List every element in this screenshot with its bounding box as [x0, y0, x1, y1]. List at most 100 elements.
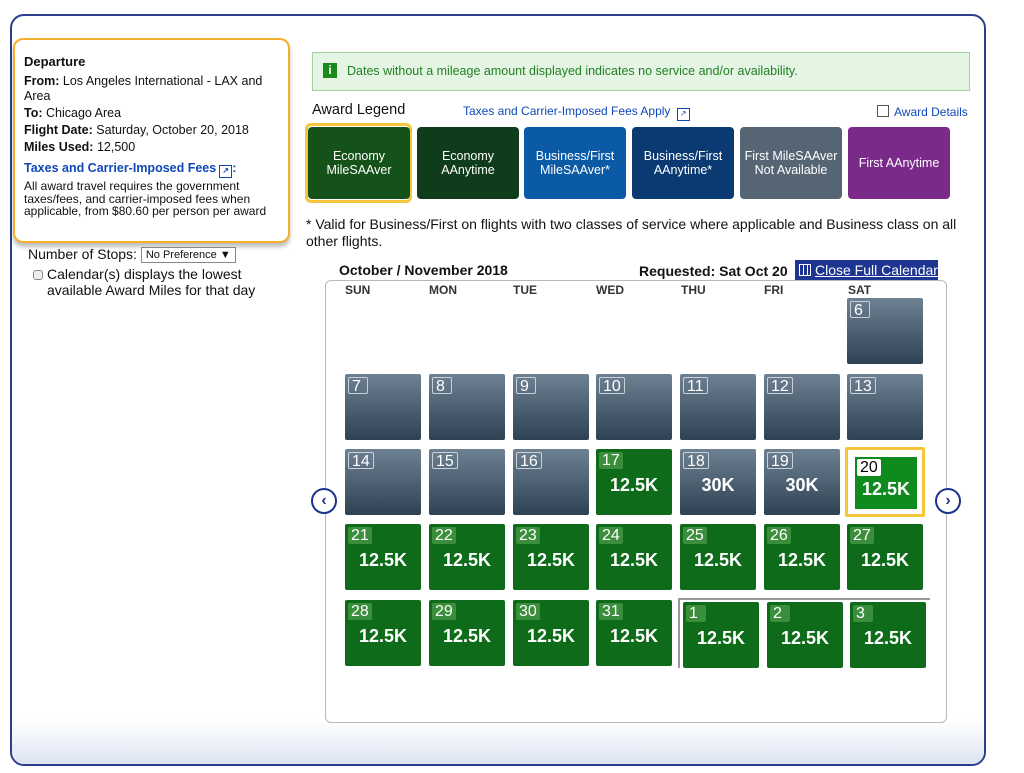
day-number: 21 — [348, 527, 372, 544]
calendar-day[interactable]: 11 — [680, 374, 756, 440]
day-number: 20 — [857, 459, 881, 476]
selected-day-fill: 20 12.5K — [854, 456, 918, 510]
legend-economy-aanytime[interactable]: Economy AAnytime — [417, 127, 519, 199]
stops-filter: Number of Stops: No Preference ▼ — [28, 246, 236, 263]
day-number: 2 — [770, 605, 790, 622]
calendar-day[interactable]: 10 — [596, 374, 672, 440]
next-month-button[interactable]: › — [935, 488, 961, 514]
calendar-day[interactable]: 18 30K — [680, 449, 756, 515]
calendar-day[interactable]: 8 — [429, 374, 505, 440]
day-number: 14 — [348, 452, 374, 470]
calendar-day[interactable]: 21 12.5K — [345, 524, 421, 590]
award-details-link[interactable]: Award Details — [877, 105, 968, 119]
day-number: 12 — [767, 377, 793, 395]
taxes-apply-link[interactable]: Taxes and Carrier-Imposed Fees Apply ↗ — [463, 104, 690, 121]
day-miles: 12.5K — [693, 550, 743, 570]
legend-economy-milesaaver[interactable]: Economy MileSAAver — [308, 127, 410, 199]
day-number: 10 — [599, 377, 625, 395]
calendar-day[interactable]: 19 30K — [764, 449, 840, 515]
calendar-day[interactable]: 26 12.5K — [764, 524, 840, 590]
external-link-icon: ↗ — [676, 108, 690, 121]
calendar-day[interactable]: 27 12.5K — [847, 524, 923, 590]
chevron-down-icon: ▼ — [219, 249, 231, 261]
legend-business-aanytime[interactable]: Business/First AAnytime* — [632, 127, 734, 199]
stops-selected-value: No Preference — [145, 249, 217, 261]
day-number: 26 — [767, 527, 791, 544]
external-link-icon: ↗ — [219, 165, 233, 178]
day-miles: 12.5K — [358, 550, 408, 570]
legend-label: Economy MileSAAver — [326, 149, 392, 177]
day-number: 22 — [432, 527, 456, 544]
calendar-day[interactable]: 31 12.5K — [596, 600, 672, 666]
frame-footer — [12, 719, 984, 764]
day-miles: 12.5K — [526, 550, 576, 570]
legend-label: Economy AAnytime — [441, 149, 495, 177]
calendar-day[interactable]: 1 12.5K — [683, 602, 759, 668]
calendar-day[interactable]: 22 12.5K — [429, 524, 505, 590]
day-miles: 12.5K — [696, 628, 746, 648]
calendar-day[interactable]: 17 12.5K — [596, 449, 672, 515]
day-miles: 12.5K — [609, 475, 659, 495]
calendar-day[interactable]: 24 12.5K — [596, 524, 672, 590]
close-calendar-link[interactable]: Close Full Calendar — [795, 260, 938, 281]
calendar-day[interactable]: 9 — [513, 374, 589, 440]
to-value: Chicago Area — [46, 106, 122, 120]
day-number: 3 — [853, 605, 873, 622]
weekday-fri: FRI — [764, 283, 784, 297]
calendar-day[interactable]: 3 12.5K — [850, 602, 926, 668]
previous-month-button[interactable]: ‹ — [311, 488, 337, 514]
taxes-apply-label: Taxes and Carrier-Imposed Fees Apply — [463, 104, 671, 118]
calendar-day[interactable]: 30 12.5K — [513, 600, 589, 666]
close-calendar-label: Close Full Calendar — [815, 262, 938, 278]
day-number: 1 — [686, 605, 706, 622]
day-number: 13 — [850, 377, 876, 395]
day-miles: 12.5K — [526, 626, 576, 646]
day-number: 30 — [516, 603, 540, 620]
stops-label: Number of Stops: — [28, 246, 137, 262]
day-number: 16 — [516, 452, 542, 470]
calendar-day[interactable]: 20 12.5K — [845, 447, 925, 517]
calendar-title: October / November 2018 — [339, 262, 508, 278]
calendar-note-text: Calendar(s) displays the lowest availabl… — [47, 266, 256, 298]
weekday-wed: WED — [596, 283, 624, 297]
to-row: To: Chicago Area — [24, 106, 278, 121]
day-miles: 12.5K — [860, 550, 910, 570]
info-message: i Dates without a mileage amount display… — [312, 52, 970, 91]
day-number: 6 — [850, 301, 870, 319]
calendar-day[interactable]: 7 — [345, 374, 421, 440]
calendar-day[interactable]: 2 12.5K — [767, 602, 843, 668]
day-miles: 12.5K — [777, 550, 827, 570]
calendar-day[interactable]: 15 — [429, 449, 505, 515]
day-number: 15 — [432, 452, 458, 470]
day-number: 24 — [599, 527, 623, 544]
calendar-day[interactable]: 29 12.5K — [429, 600, 505, 666]
day-number: 29 — [432, 603, 456, 620]
legend-first-milesaaver[interactable]: First MileSAAver Not Available — [740, 127, 842, 199]
stops-select[interactable]: No Preference ▼ — [140, 247, 236, 263]
calendar-day[interactable]: 25 12.5K — [680, 524, 756, 590]
calendar-day[interactable]: 16 — [513, 449, 589, 515]
day-miles: 12.5K — [863, 628, 913, 648]
calendar-day[interactable]: 13 — [847, 374, 923, 440]
day-number: 31 — [599, 603, 623, 620]
flight-date-row: Flight Date: Saturday, October 20, 2018 — [24, 123, 278, 138]
legend-label: Business/First MileSAAver* — [535, 149, 615, 177]
fees-description: All award travel requires the government… — [24, 179, 267, 218]
award-legend-title: Award Legend — [312, 102, 406, 118]
legend-first-aanytime[interactable]: First AAnytime — [848, 127, 950, 199]
calendar-note: Calendar(s) displays the lowest availabl… — [33, 266, 263, 298]
day-number: 18 — [683, 452, 709, 470]
day-number: 9 — [516, 377, 536, 395]
miles-used-label: Miles Used: — [24, 140, 94, 154]
calendar-day[interactable]: 14 — [345, 449, 421, 515]
departure-summary: Departure From: Los Angeles Internationa… — [13, 38, 290, 243]
calendar-day[interactable]: 6 — [847, 298, 923, 364]
day-miles: 30K — [701, 475, 735, 495]
legend-business-milesaaver[interactable]: Business/First MileSAAver* — [524, 127, 626, 199]
calendar-day[interactable]: 23 12.5K — [513, 524, 589, 590]
day-miles: 12.5K — [609, 550, 659, 570]
calendar-day[interactable]: 28 12.5K — [345, 600, 421, 666]
taxes-fees-link[interactable]: Taxes and Carrier-Imposed Fees ↗: — [24, 161, 278, 178]
calendar-day[interactable]: 12 — [764, 374, 840, 440]
legend-label: First AAnytime — [858, 156, 940, 170]
